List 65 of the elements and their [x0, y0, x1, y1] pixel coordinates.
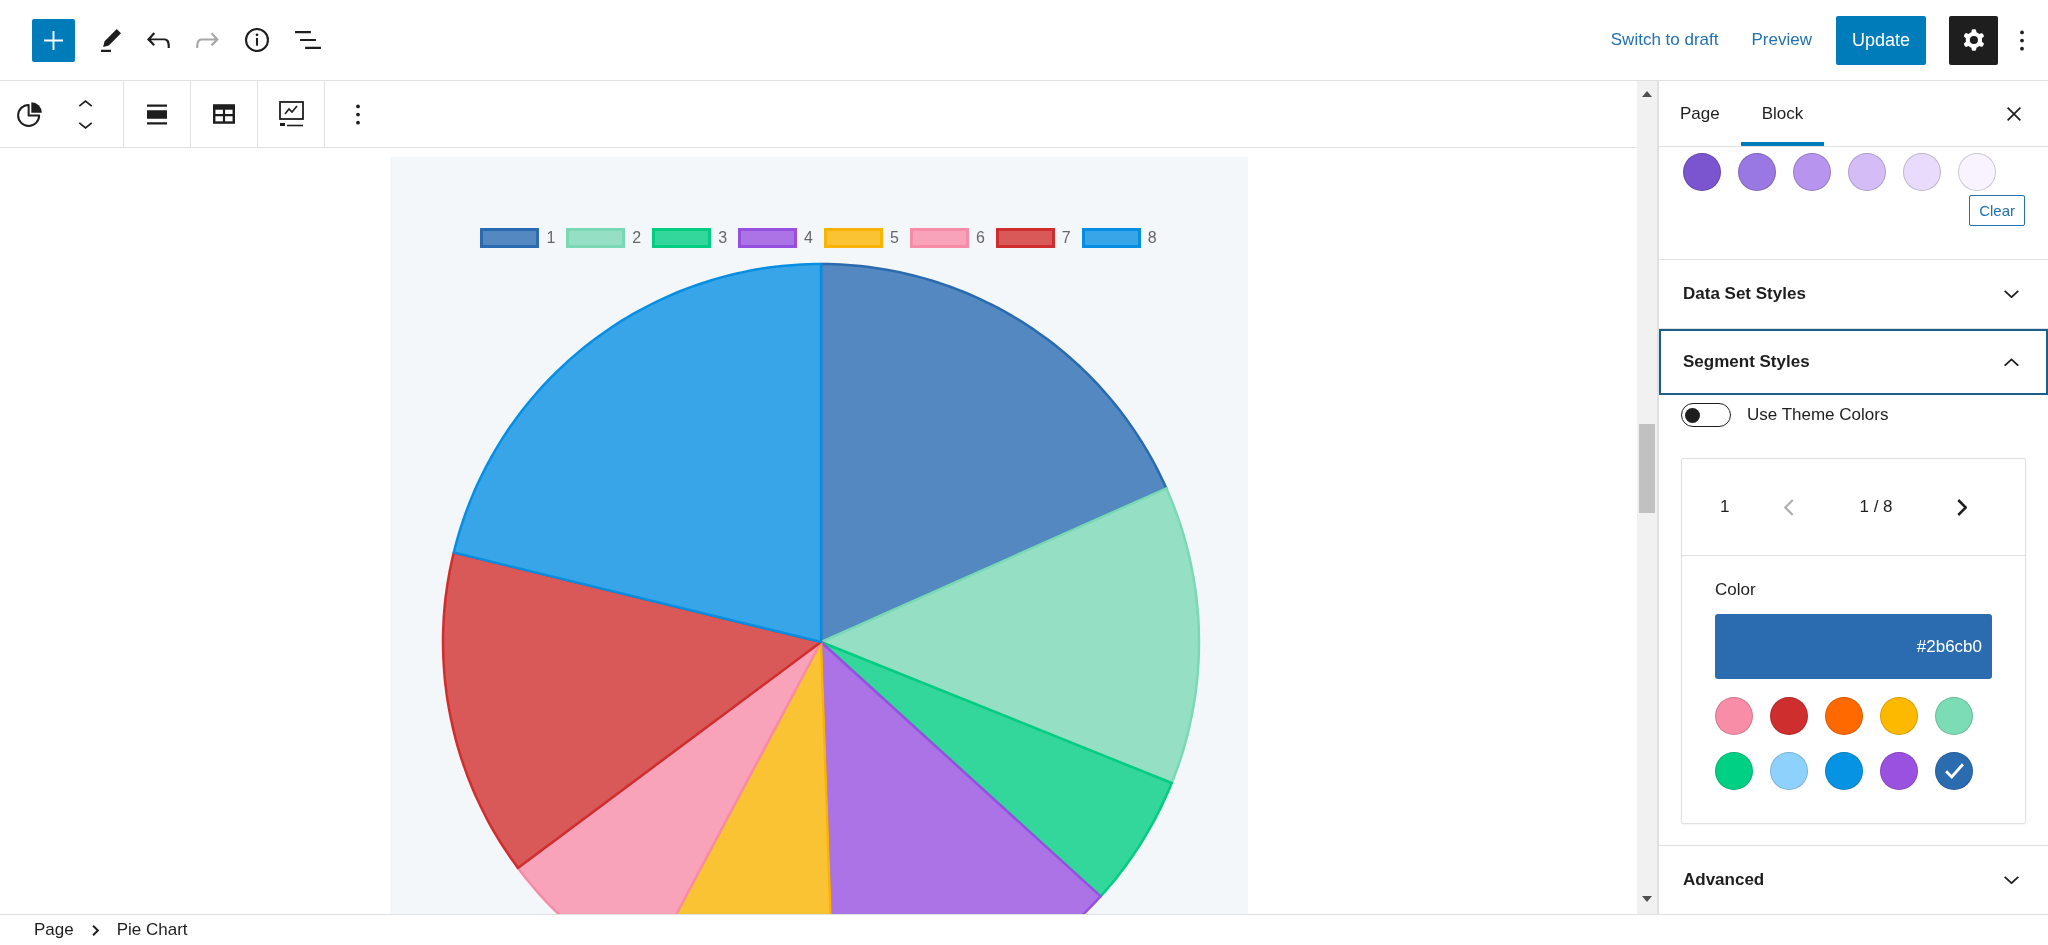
color-swatch-icon[interactable]: [1825, 697, 1863, 735]
color-swatch-icon[interactable]: [1880, 697, 1918, 735]
chevron-up-down-icon[interactable]: [78, 99, 93, 129]
color-swatch-icon[interactable]: [1738, 153, 1776, 191]
chevron-down-icon: [2004, 289, 2019, 299]
scrollbar-track[interactable]: [1637, 81, 1657, 914]
color-picker-button[interactable]: #2b6cb0: [1715, 614, 1992, 679]
table-icon[interactable]: [213, 104, 235, 124]
color-swatch-icon[interactable]: [1903, 153, 1941, 191]
settings-icon: [1963, 29, 1984, 51]
legend-label: 1: [546, 228, 556, 248]
segment-name: 1: [1720, 497, 1731, 517]
presentation-chart-icon[interactable]: [278, 101, 304, 127]
color-swatch-icon[interactable]: [1715, 697, 1753, 735]
clear-button[interactable]: Clear: [1969, 195, 2025, 226]
sidebar-tab[interactable]: Page: [1659, 81, 1741, 146]
color-swatch-icon[interactable]: [1793, 153, 1831, 191]
color-swatch-icon[interactable]: [1880, 752, 1918, 790]
pie-chart-icon[interactable]: [17, 101, 42, 127]
chevron-up-icon: [2004, 357, 2019, 367]
legend-label: 6: [975, 228, 985, 248]
color-swatch-icon[interactable]: [1848, 153, 1886, 191]
chevron-right-icon: [91, 924, 99, 936]
toggle-switch[interactable]: [1681, 403, 1731, 427]
info-icon[interactable]: [245, 28, 269, 52]
color-swatch-icon[interactable]: [1935, 697, 1973, 735]
legend-label: 4: [804, 228, 813, 248]
color-swatch-icon[interactable]: [1935, 752, 1973, 790]
color-swatch-icon[interactable]: [1958, 153, 1996, 191]
color-swatch-icon[interactable]: [1770, 752, 1808, 790]
list-view-icon[interactable]: [295, 31, 321, 49]
legend-label: 5: [890, 228, 899, 248]
check-icon: [1944, 763, 1964, 779]
kebab-menu-icon[interactable]: [356, 103, 360, 125]
legend-label: 2: [632, 228, 642, 248]
close-icon[interactable]: [2007, 106, 2021, 121]
breadcrumb-link[interactable]: Page: [34, 920, 74, 940]
add-block-button[interactable]: [32, 18, 75, 62]
text-button[interactable]: Preview: [1739, 22, 1824, 58]
color-swatch-icon[interactable]: [1683, 153, 1721, 191]
breadcrumb-link[interactable]: Pie Chart: [116, 920, 188, 940]
color-label: Color: [1715, 580, 1757, 600]
text-button[interactable]: Switch to draft: [1598, 22, 1731, 58]
settings-button[interactable]: [1949, 15, 1998, 65]
color-swatch-icon[interactable]: [1825, 752, 1863, 790]
color-swatch-icon[interactable]: [1715, 752, 1753, 790]
toggle-label: Use Theme Colors: [1747, 405, 1889, 425]
align-icon[interactable]: [147, 103, 167, 125]
update-button[interactable]: Update: [1835, 15, 1926, 65]
scrollbar-thumb[interactable]: [1639, 424, 1655, 513]
panel-toggle[interactable]: Segment Styles: [1659, 329, 2048, 395]
legend-label: 3: [718, 228, 728, 248]
scroll-down-icon[interactable]: [1642, 896, 1652, 902]
sidebar-tab[interactable]: Block: [1740, 81, 1825, 146]
plus-icon: [44, 30, 63, 50]
legend-label: 8: [1147, 228, 1157, 248]
legend-label: 7: [1061, 228, 1071, 248]
kebab-menu-icon[interactable]: [2020, 29, 2024, 51]
scroll-up-icon[interactable]: [1642, 91, 1652, 97]
color-swatch-icon[interactable]: [1770, 697, 1808, 735]
undo-icon[interactable]: [147, 32, 170, 48]
chevron-right-icon[interactable]: [1957, 498, 1967, 516]
pencil-icon[interactable]: [101, 28, 121, 52]
chevron-down-icon: [2004, 875, 2019, 885]
page-counter: 1 / 8: [1858, 497, 1894, 517]
